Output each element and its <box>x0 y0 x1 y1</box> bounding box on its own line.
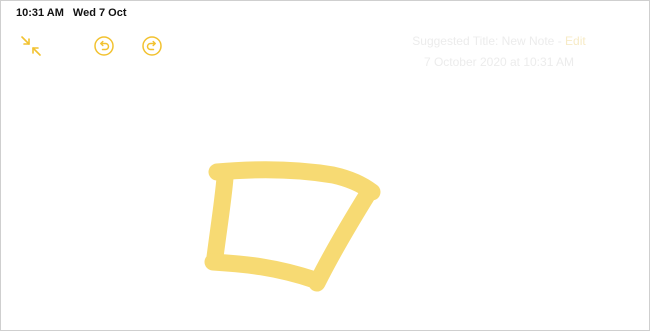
notes-fullscreen-canvas: 10:31 AM Wed 7 Oct Suggested Title: New … <box>0 0 650 331</box>
stroke-top <box>208 161 381 201</box>
highlighter-drawing <box>204 161 381 292</box>
stroke-left <box>206 169 234 266</box>
stroke-right <box>308 183 378 292</box>
stroke-bottom <box>204 253 324 289</box>
drawing-canvas[interactable] <box>1 1 649 330</box>
